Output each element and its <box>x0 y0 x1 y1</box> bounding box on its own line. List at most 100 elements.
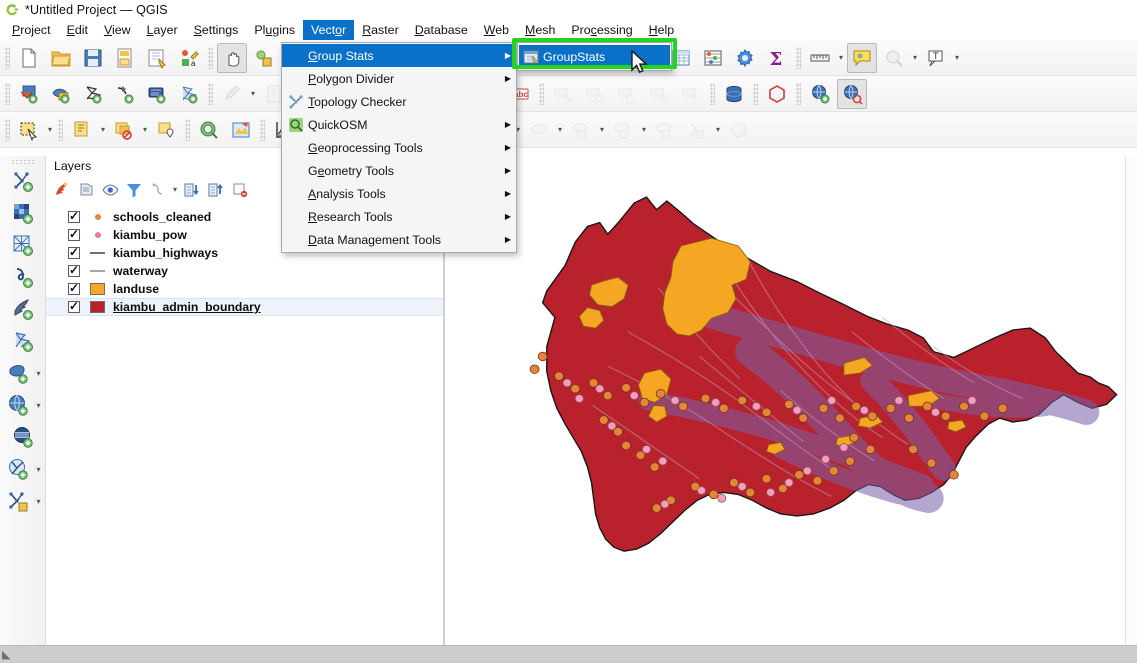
filter-legend-icon[interactable] <box>122 178 146 202</box>
raster-warp-icon[interactable] <box>608 115 638 145</box>
layout-manager-icon[interactable] <box>142 43 172 73</box>
pan-to-selection-icon[interactable] <box>249 43 279 73</box>
chevron-down-icon[interactable]: ▾ <box>140 116 150 144</box>
shape-digitizing-icon[interactable] <box>762 79 792 109</box>
chevron-down-icon[interactable]: ▾ <box>910 44 920 72</box>
menu-mesh[interactable]: Mesh <box>517 20 563 40</box>
deselect-features-icon[interactable] <box>109 115 139 145</box>
add-mesh-layer-toolbar-icon[interactable] <box>78 79 108 109</box>
menu-view[interactable]: View <box>96 20 139 40</box>
metasearch-icon[interactable] <box>837 78 867 109</box>
database-manager-icon[interactable] <box>719 79 749 109</box>
add-spatialite-layer-icon[interactable] <box>8 294 38 324</box>
menu-item-geometry-tools[interactable]: Geometry Tools ▶ <box>282 159 516 182</box>
vector-geoprocess-icon[interactable] <box>682 115 712 145</box>
sum-icon[interactable]: Σ <box>762 43 792 73</box>
map-vertical-scrollbar[interactable] <box>1125 156 1137 645</box>
chevron-down-icon[interactable]: ▾ <box>34 487 44 515</box>
statistical-summary-icon[interactable] <box>698 43 728 73</box>
map-tips-icon[interactable] <box>847 42 877 73</box>
menu-layer[interactable]: Layer <box>139 20 186 40</box>
style-manager-icon[interactable]: a <box>174 43 204 73</box>
change-label-icon[interactable] <box>612 79 642 109</box>
chevron-down-icon[interactable]: ▾ <box>555 116 565 144</box>
style-dock-icon[interactable] <box>226 115 256 145</box>
add-wfs-layer-icon[interactable] <box>3 454 33 484</box>
menu-help[interactable]: Help <box>641 20 683 40</box>
chevron-down-icon[interactable]: ▾ <box>45 116 55 144</box>
chevron-down-icon[interactable]: ▾ <box>597 116 607 144</box>
processing-toolbox-icon[interactable] <box>730 43 760 73</box>
chevron-down-icon[interactable]: ▾ <box>713 116 723 144</box>
raster-clip-icon[interactable] <box>566 115 596 145</box>
menu-item-research-tools[interactable]: Research Tools ▶ <box>282 205 516 228</box>
chevron-down-icon[interactable]: ▾ <box>836 44 846 72</box>
chevron-down-icon[interactable]: ▾ <box>248 80 258 108</box>
menu-item-data-management-tools[interactable]: Data Management Tools ▶ <box>282 228 516 251</box>
map-canvas-container[interactable] <box>444 156 1137 645</box>
add-mssql-layer-icon[interactable] <box>3 358 33 388</box>
add-mesh-layer-icon[interactable] <box>8 230 38 260</box>
add-postgis-layer-toolbar-icon[interactable] <box>174 79 204 109</box>
pan-map-icon[interactable] <box>217 42 247 73</box>
add-wcs-layer-icon[interactable] <box>8 422 38 452</box>
new-text-annotation-icon[interactable]: T <box>921 43 951 73</box>
layer-row-waterway[interactable]: waterway <box>46 262 443 280</box>
select-by-location-icon[interactable] <box>151 115 181 145</box>
menu-project[interactable]: Project <box>4 20 59 40</box>
filter-legend-expression-icon[interactable] <box>146 178 170 202</box>
expand-all-icon[interactable] <box>180 178 204 202</box>
chevron-down-icon[interactable]: ▾ <box>952 44 962 72</box>
collapse-all-icon[interactable] <box>204 178 228 202</box>
menu-web[interactable]: Web <box>476 20 517 40</box>
deselect-icon[interactable] <box>879 43 909 73</box>
menu-settings[interactable]: Settings <box>186 20 247 40</box>
map-canvas[interactable] <box>445 156 1137 645</box>
chevron-down-icon[interactable]: ▾ <box>170 176 180 204</box>
save-project-icon[interactable] <box>78 43 108 73</box>
add-delimited-text-layer-icon[interactable] <box>8 262 38 292</box>
label-properties-icon[interactable] <box>644 79 674 109</box>
manage-map-themes-icon[interactable] <box>98 178 122 202</box>
menu-edit[interactable]: Edit <box>59 20 96 40</box>
layer-row-landuse[interactable]: landuse <box>46 280 443 298</box>
layer-visibility-checkbox[interactable] <box>68 299 80 313</box>
open-layer-styling-icon[interactable] <box>50 178 74 202</box>
menu-item-geoprocessing-tools[interactable]: Geoprocessing Tools ▶ <box>282 136 516 159</box>
raster-convert-icon[interactable] <box>524 115 554 145</box>
layer-visibility-checkbox[interactable] <box>68 209 80 223</box>
select-features-icon[interactable] <box>14 115 44 145</box>
add-vector-layer-toolbar-icon[interactable] <box>14 79 44 109</box>
add-group-icon[interactable] <box>74 178 98 202</box>
layer-visibility-checkbox[interactable] <box>68 263 80 277</box>
new-project-icon[interactable] <box>14 43 44 73</box>
menu-item-topology-checker[interactable]: Topology Checker <box>282 90 516 113</box>
layer-visibility-checkbox[interactable] <box>68 281 80 295</box>
menu-raster[interactable]: Raster <box>354 20 407 40</box>
vector-misc-icon[interactable] <box>724 115 754 145</box>
new-shapefile-layer-icon[interactable] <box>3 486 33 516</box>
add-spatialite-layer-toolbar-icon[interactable] <box>142 79 172 109</box>
add-delimited-text-layer-toolbar-icon[interactable] <box>110 79 140 109</box>
move-label-icon[interactable] <box>548 79 578 109</box>
select-by-expression-icon[interactable] <box>67 115 97 145</box>
chevron-down-icon[interactable]: ▾ <box>98 116 108 144</box>
add-wms-layer-icon[interactable] <box>805 79 835 109</box>
measure-line-icon[interactable] <box>805 43 835 73</box>
zoom-search-icon[interactable] <box>194 115 224 145</box>
add-raster-layer-toolbar-icon[interactable] <box>46 79 76 109</box>
menu-processing[interactable]: Processing <box>563 20 640 40</box>
open-project-icon[interactable] <box>46 43 76 73</box>
remove-layer-icon[interactable] <box>228 178 252 202</box>
menu-plugins[interactable]: Plugins <box>246 20 303 40</box>
menu-vector[interactable]: Vector <box>303 20 355 40</box>
menu-item-analysis-tools[interactable]: Analysis Tools ▶ <box>282 182 516 205</box>
add-vector-layer-icon[interactable] <box>8 166 38 196</box>
raster-analysis-icon[interactable] <box>650 115 680 145</box>
menu-item-group-stats[interactable]: Group Stats ▶ <box>282 44 516 67</box>
menu-item-polygon-divider[interactable]: Polygon Divider ▶ <box>282 67 516 90</box>
add-wms-wmts-layer-icon[interactable] <box>3 390 33 420</box>
label-callout-icon[interactable] <box>676 79 706 109</box>
chevron-down-icon[interactable]: ▾ <box>34 359 44 387</box>
chevron-down-icon[interactable]: ▾ <box>34 391 44 419</box>
